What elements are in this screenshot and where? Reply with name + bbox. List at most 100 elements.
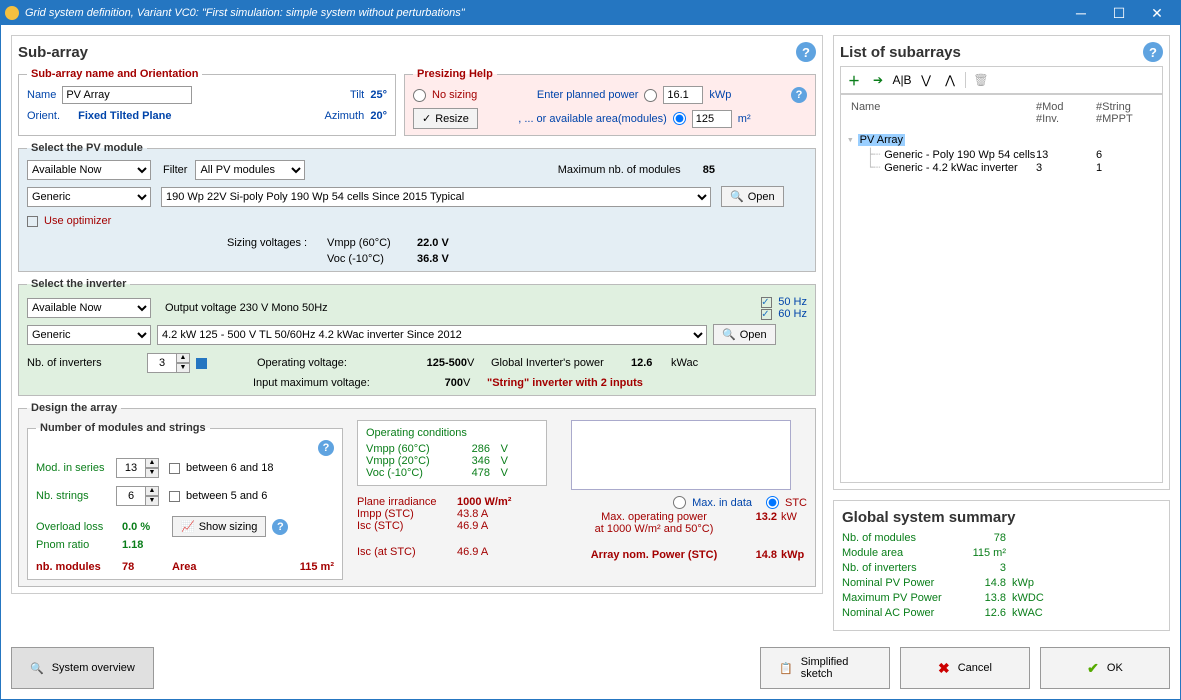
tree-item-inverter[interactable]: └┈Generic - 4.2 kWac inverter 3 1 [847,161,1156,174]
tilt-label: Tilt [350,89,364,101]
presizing-legend: Presizing Help [413,68,497,80]
opcond-title: Operating conditions [366,427,538,439]
vmpp60-label: Vmpp (60°C) [327,237,417,249]
overload-val: 0.0 % [122,521,172,533]
name-label: Name [27,89,56,101]
inv-manufacturer-select[interactable]: Generic [27,325,151,345]
area-input[interactable] [692,110,732,128]
op-volt-val: 125-500 [407,357,467,369]
system-overview-button[interactable]: 🔍 System overview [11,647,154,689]
summary-title: Global system summary [842,509,1161,526]
area-unit: m² [738,113,751,125]
num-legend: Number of modules and strings [36,422,210,434]
planned-power-radio[interactable] [644,89,657,102]
array-nom-label: Array nom. Power (STC) [571,549,737,561]
pv-legend: Select the PV module [27,142,147,154]
filter-label: Filter [163,164,187,176]
forward-icon[interactable]: ➔ [869,71,887,89]
or-area-label: , ... or available area(modules) [518,113,667,125]
planned-power-input[interactable] [663,86,703,104]
move-up-icon[interactable]: ⋀ [941,71,959,89]
hz60-checkbox[interactable]: 60 Hz [761,308,807,320]
add-button[interactable]: ＋ [845,71,863,89]
move-down-icon[interactable]: ⋁ [917,71,935,89]
pv-availability-select[interactable]: Available Now [27,160,151,180]
show-sizing-button[interactable]: 📈 Show sizing [172,516,266,537]
hdr-name: Name [847,101,1036,125]
planned-power-label: Enter planned power [537,89,639,101]
inv-model-select[interactable]: 4.2 kW 125 - 500 V TL 50/60Hz 4.2 kWac i… [157,325,707,345]
help-icon[interactable]: ? [272,519,288,535]
area-val: 115 m² [242,561,334,573]
max-op-power-label: Max. operating power [571,511,737,523]
rename-icon[interactable]: A|B [893,71,911,89]
design-legend: Design the array [27,402,121,414]
sizing-voltages-label: Sizing voltages : [227,237,327,249]
global-inv-unit: kWac [671,357,698,369]
close-button[interactable]: ✕ [1138,5,1176,22]
nb-inverters-label: Nb. of inverters [27,357,147,369]
azimuth-value: 20° [370,110,387,122]
mod-series-label: Mod. in series [36,462,116,474]
tree-root[interactable]: ▾ PV Array [847,133,1156,146]
voc-label: Voc (-10°C) [327,253,417,265]
stc-radio[interactable]: STC [766,496,807,509]
nb-inverters-checkbox[interactable] [196,358,207,369]
hdr-mod: #Mod #Inv. [1036,101,1096,125]
pnom-label: Pnom ratio [36,539,122,551]
hdr-string: #String #MPPT [1096,101,1156,125]
inv-output-label: Output voltage 230 V Mono 50Hz [165,302,328,314]
resize-button[interactable]: ✓ Resize [413,108,478,129]
planned-power-unit: kWp [709,89,731,101]
help-icon[interactable]: ? [791,87,807,103]
pv-filter-select[interactable]: All PV modules [195,160,305,180]
tilt-value: 25° [370,89,387,101]
area-radio[interactable] [673,112,686,125]
global-inv-label: Global Inverter's power [491,357,631,369]
pv-manufacturer-select[interactable]: Generic [27,187,151,207]
no-sizing-radio[interactable]: No sizing [413,89,477,102]
nb-strings-label: Nb. strings [36,490,116,502]
cancel-button[interactable]: ✖ Cancel [900,647,1030,689]
orient-legend: Sub-array name and Orientation [27,68,202,80]
help-icon[interactable]: ? [796,42,816,62]
use-optimizer-checkbox[interactable]: Use optimizer [27,215,111,227]
nb-strings-spinner[interactable]: ▲▼ [116,486,159,506]
max-mod-value: 85 [703,164,715,176]
max-in-data-radio[interactable]: Max. in data [673,496,752,509]
simplified-sketch-button[interactable]: 📋 Simplified sketch [760,647,890,689]
overload-label: Overload loss [36,521,122,533]
mod-series-hint-checkbox[interactable]: between 6 and 18 [169,462,273,474]
voc-value: 36.8 V [417,253,449,265]
maximize-button[interactable]: ☐ [1100,5,1138,22]
orient-mode: Fixed Tilted Plane [78,110,171,122]
subarray-name-input[interactable] [62,86,192,104]
pnom-val: 1.18 [122,539,143,551]
help-icon[interactable]: ? [1143,42,1163,62]
minimize-button[interactable]: ─ [1062,5,1100,21]
app-icon [5,6,19,20]
max-mod-label: Maximum nb. of modules [558,164,681,176]
inv-availability-select[interactable]: Available Now [27,298,151,318]
nb-modules-label: nb. modules [36,561,122,573]
op-volt-label: Operating voltage: [257,357,407,369]
subarray-title: Sub-array [18,44,88,61]
mod-series-spinner[interactable]: ▲▼ [116,458,159,478]
nb-inverters-spinner[interactable]: ▲▼ [147,353,190,373]
nb-strings-hint-checkbox[interactable]: between 5 and 6 [169,490,267,502]
max-volt-val: 700 [403,377,463,389]
preview-box [571,420,791,490]
string-note: "String" inverter with 2 inputs [487,377,643,389]
hz50-checkbox[interactable]: 50 Hz [761,296,807,308]
tree-item-module[interactable]: ├┈Generic - Poly 190 Wp 54 cells 13 6 [847,148,1156,161]
orient-label: Orient. [27,110,60,122]
inverter-legend: Select the inverter [27,278,130,290]
delete-icon[interactable]: 🗑 [972,71,990,89]
pv-open-button[interactable]: 🔍 Open [721,186,784,207]
help-icon[interactable]: ? [318,440,334,456]
ok-button[interactable]: ✔ OK [1040,647,1170,689]
pv-module-select[interactable]: 190 Wp 22V Si-poly Poly 190 Wp 54 cells … [161,187,711,207]
max-volt-label: Input maximum voltage: [253,377,403,389]
vmpp60-value: 22.0 V [417,237,449,249]
inv-open-button[interactable]: 🔍 Open [713,324,776,345]
